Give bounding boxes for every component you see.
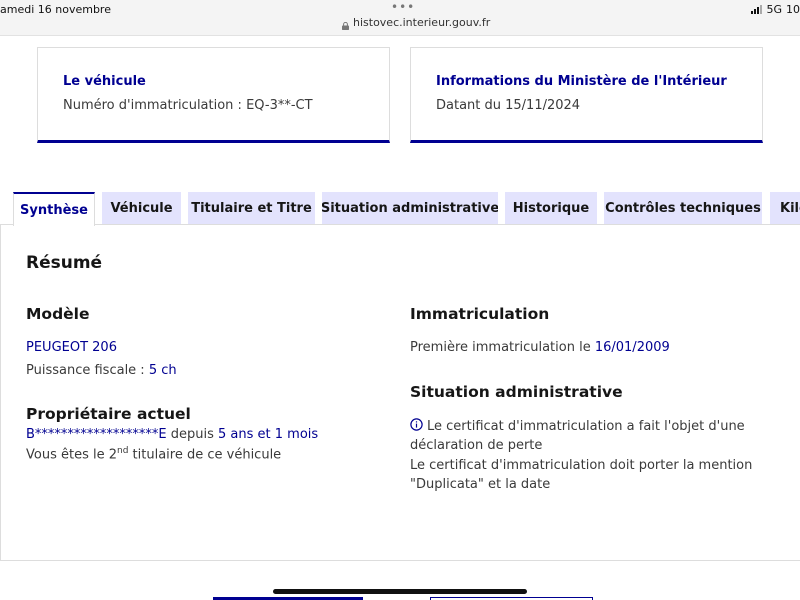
owner-rank: Vous êtes le 2nd titulaire de ce véhicul… — [26, 446, 281, 462]
model-heading: Modèle — [26, 305, 90, 323]
status-date: amedi 16 novembre — [0, 3, 111, 16]
tab-situation-administrative[interactable]: Situation administrative — [322, 192, 498, 225]
fiscal-power-value: 5 ch — [148, 363, 177, 378]
signal-icon — [751, 5, 763, 14]
owner-duration: 5 ans et 1 mois — [218, 427, 319, 442]
vehicle-card: Le véhicule Numéro d'immatriculation : E… — [37, 47, 390, 143]
tab-titulaire-et-titre[interactable]: Titulaire et Titre — [188, 192, 315, 225]
owner-line: B*******************E depuis 5 ans et 1 … — [26, 427, 318, 442]
network-type: 5G — [766, 3, 782, 16]
tab-controles-techniques[interactable]: Contrôles techniques — [604, 192, 762, 225]
battery-level: 10 — [786, 3, 800, 16]
tab-list: Synthèse Véhicule Titulaire et Titre Sit… — [0, 192, 800, 226]
owner-name: B*******************E — [26, 427, 167, 442]
admin-line-3: Le certificat d'immatriculation doit por… — [410, 458, 753, 473]
admin-line-2: déclaration de perte — [410, 438, 543, 453]
owner-heading: Propriétaire actuel — [26, 405, 191, 423]
registration-number: Numéro d'immatriculation : EQ-3**-CT — [63, 98, 313, 113]
browser-menu-dots[interactable]: ••• — [391, 0, 415, 14]
tab-vehicule[interactable]: Véhicule — [102, 192, 181, 225]
url-text: histovec.interieur.gouv.fr — [353, 16, 491, 29]
registration-heading: Immatriculation — [410, 305, 550, 323]
status-bar: amedi 16 novembre ••• histovec.interieur… — [0, 0, 800, 36]
tab-historique[interactable]: Historique — [505, 192, 597, 225]
admin-text-1: Le certificat d'immatriculation a fait l… — [427, 419, 745, 434]
info-icon — [410, 418, 423, 431]
synthese-panel: Résumé Modèle PEUGEOT 206 Puissance fisc… — [0, 224, 800, 561]
owner-since-label: depuis — [166, 427, 219, 442]
ministry-card: Informations du Ministère de l'Intérieur… — [410, 47, 763, 143]
status-right: 5G 10 — [751, 3, 800, 16]
tab-kilometrage[interactable]: Kilo — [770, 192, 800, 225]
report-date: Datant du 15/11/2024 — [436, 98, 581, 113]
lock-icon — [342, 20, 349, 30]
vehicle-card-title: Le véhicule — [63, 74, 146, 89]
home-indicator[interactable] — [273, 589, 527, 594]
owner-rank-prefix: Vous êtes le 2 — [26, 447, 117, 463]
owner-rank-sup: nd — [117, 446, 129, 456]
address-bar[interactable]: histovec.interieur.gouv.fr — [342, 16, 491, 30]
owner-rank-suffix: titulaire de ce véhicule — [128, 447, 282, 463]
admin-line-4: "Duplicata" et la date — [410, 477, 551, 492]
summary-title: Résumé — [26, 253, 103, 273]
fiscal-power-label: Puissance fiscale : — [26, 363, 149, 378]
ministry-card-title: Informations du Ministère de l'Intérieur — [436, 74, 727, 89]
first-registration-date: 16/01/2009 — [594, 340, 670, 355]
model-name: PEUGEOT 206 — [26, 340, 117, 355]
fiscal-power: Puissance fiscale : 5 ch — [26, 363, 177, 378]
tab-synthese[interactable]: Synthèse — [13, 192, 95, 226]
admin-line-1: Le certificat d'immatriculation a fait l… — [410, 418, 745, 434]
first-registration-label: Première immatriculation le — [410, 340, 595, 355]
first-registration: Première immatriculation le 16/01/2009 — [410, 340, 670, 355]
admin-heading: Situation administrative — [410, 383, 623, 401]
